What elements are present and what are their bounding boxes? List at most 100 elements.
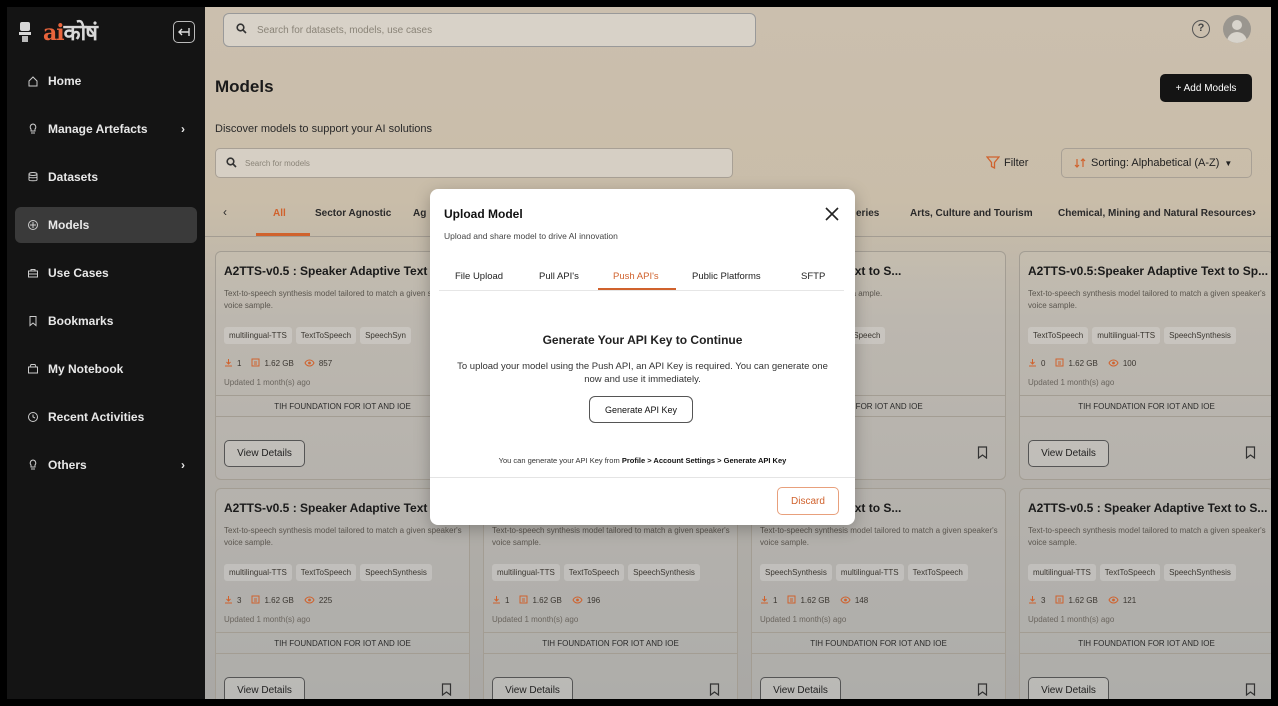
view-details-button[interactable]: View Details xyxy=(492,677,573,699)
tag[interactable]: multilingual-TTS xyxy=(224,327,292,344)
tag[interactable]: SpeechSynthesis xyxy=(360,564,432,581)
tag[interactable]: multilingual-TTS xyxy=(224,564,292,581)
bookmark-icon[interactable] xyxy=(977,683,988,696)
bookmark-icon[interactable] xyxy=(1245,683,1256,696)
database-icon xyxy=(27,171,39,183)
card-title[interactable]: A2TTS-v0.5 : Speaker Adaptive Text to xyxy=(224,501,442,515)
bookmark-icon[interactable] xyxy=(1245,446,1256,459)
modal-tab-underline xyxy=(598,288,676,290)
view-count: 121 xyxy=(1122,596,1137,605)
card-description: Text-to-speech synthesis model tailored … xyxy=(1028,526,1266,547)
tag[interactable]: TextToSpeech xyxy=(1099,564,1161,581)
tab-push-apis[interactable]: Push API's xyxy=(613,271,659,282)
card-description: Text-to-speech synthesis model tailored … xyxy=(492,526,730,547)
chevron-right-icon: › xyxy=(181,122,185,136)
sorting-dropdown[interactable]: Sorting: Alphabetical (A-Z) ▼ xyxy=(1061,148,1252,178)
tag[interactable]: TextToSpeech xyxy=(1028,327,1089,344)
modal-hint: You can generate your API Key from Profi… xyxy=(498,456,787,465)
model-card[interactable]: A2TTS-v0.5 : Speaker Adaptive Text to S.… xyxy=(1019,488,1271,699)
card-tags: multilingual-TTS TextToSpeech SpeechSynthe… xyxy=(492,564,700,581)
tab-pull-apis[interactable]: Pull API's xyxy=(539,271,579,282)
view-count: 148 xyxy=(854,596,869,605)
sidebar-item-use-cases[interactable]: Use Cases xyxy=(15,255,197,291)
add-models-button[interactable]: + Add Models xyxy=(1160,74,1252,102)
card-tags: SpeechSynthesis multilingual-TTS TextToSpe… xyxy=(760,564,968,581)
brand-logo[interactable]: aiकोषं xyxy=(43,17,98,47)
discard-button[interactable]: Discard xyxy=(777,487,839,515)
page-subtitle: Discover models to support your AI solut… xyxy=(215,123,433,135)
emblem-icon xyxy=(19,22,31,42)
file-size-icon xyxy=(787,595,796,606)
search-models-input[interactable]: Search for models xyxy=(215,148,733,178)
view-details-button[interactable]: View Details xyxy=(1028,440,1109,467)
bookmark-icon[interactable] xyxy=(709,683,720,696)
modal-title: Upload Model xyxy=(444,207,523,221)
modal-divider xyxy=(430,477,855,478)
tab-ag[interactable]: Ag xyxy=(413,208,426,219)
search-placeholder: Search for models xyxy=(245,158,310,168)
card-stats: 1 1.62 GB 148 xyxy=(760,595,868,606)
sidebar-item-others[interactable]: Others › xyxy=(15,447,197,483)
tag[interactable]: TextToSpeech xyxy=(295,327,357,344)
file-size: 1.62 GB xyxy=(532,596,562,605)
card-title[interactable]: A2TTS-v0.5:Speaker Adaptive Text to Sp..… xyxy=(1028,264,1268,278)
collapse-icon xyxy=(178,28,190,36)
view-details-button[interactable]: View Details xyxy=(760,677,841,699)
tab-file-upload[interactable]: File Upload xyxy=(455,271,503,282)
view-details-button[interactable]: View Details xyxy=(224,440,305,467)
help-icon[interactable]: ? xyxy=(1192,20,1210,38)
tag[interactable]: multilingual-TTS xyxy=(835,564,904,581)
tag[interactable]: multilingual-TTS xyxy=(1028,564,1096,581)
tag[interactable]: multilingual-TTS xyxy=(492,564,560,581)
download-count: 1 xyxy=(505,596,510,605)
model-card[interactable]: A2TTS-v0.5:Speaker Adaptive Text to Sp..… xyxy=(1019,251,1271,480)
tab-arts-culture-tourism[interactable]: Arts, Culture and Tourism xyxy=(910,208,1033,219)
sidebar-item-recent-activities[interactable]: Recent Activities xyxy=(15,399,197,435)
sidebar-item-home[interactable]: Home xyxy=(15,63,197,99)
download-count: 3 xyxy=(1041,596,1046,605)
file-size-icon xyxy=(519,595,528,606)
sidebar-item-label: Use Cases xyxy=(48,266,109,280)
tag[interactable]: SpeechSyn xyxy=(360,327,411,344)
card-title[interactable]: A2TTS-v0.5 : Speaker Adaptive Text to S.… xyxy=(1028,501,1267,515)
collapse-sidebar-button[interactable] xyxy=(173,21,195,43)
card-title[interactable]: A2TTS-v0.5 : Speaker Adaptive Text to xyxy=(224,264,442,278)
view-details-button[interactable]: View Details xyxy=(1028,677,1109,699)
card-updated: Updated 1 month(s) ago xyxy=(760,615,847,624)
generate-api-key-button[interactable]: Generate API Key xyxy=(589,396,693,423)
tag[interactable]: TextToSpeech xyxy=(563,564,625,581)
sidebar-item-models[interactable]: Models xyxy=(15,207,197,243)
close-icon[interactable] xyxy=(823,205,841,223)
download-icon xyxy=(1028,358,1037,369)
tag[interactable]: SpeechSynthesis xyxy=(628,564,700,581)
bookmark-icon[interactable] xyxy=(441,683,452,696)
tab-chemical-mining[interactable]: Chemical, Mining and Natural Resources xyxy=(1058,208,1252,219)
tab-all[interactable]: All xyxy=(273,208,286,219)
tab-public-platforms[interactable]: Public Platforms xyxy=(692,271,761,282)
avatar[interactable] xyxy=(1223,15,1251,43)
sidebar-item-manage-artefacts[interactable]: Manage Artefacts › xyxy=(15,111,197,147)
tag[interactable]: TextToSpeech xyxy=(295,564,357,581)
sidebar-item-datasets[interactable]: Datasets xyxy=(15,159,197,195)
global-search-input[interactable]: Search for datasets, models, use cases xyxy=(223,13,756,47)
tag[interactable]: TextToSpeech xyxy=(907,564,968,581)
sidebar-item-bookmarks[interactable]: Bookmarks xyxy=(15,303,197,339)
tag[interactable]: multilingual-TTS xyxy=(1092,327,1161,344)
file-size-icon xyxy=(1055,358,1064,369)
tab-sftp[interactable]: SFTP xyxy=(801,271,825,282)
briefcase-icon xyxy=(27,267,39,279)
tabs-prev-arrow[interactable]: ‹ xyxy=(223,205,227,219)
tabs-next-arrow[interactable]: › xyxy=(1252,205,1256,219)
filter-button[interactable]: Filter xyxy=(986,156,1028,169)
tag[interactable]: SpeechSynthesis xyxy=(760,564,832,581)
tag[interactable]: SpeechSynthesis xyxy=(1164,564,1236,581)
view-details-button[interactable]: View Details xyxy=(224,677,305,699)
bookmark-icon[interactable] xyxy=(977,446,988,459)
modal-tabs: File Upload Pull API's Push API's Public… xyxy=(439,263,844,291)
card-organization: TIH FOUNDATION FOR IOT AND IOE xyxy=(1020,632,1271,654)
sidebar-item-my-notebook[interactable]: My Notebook xyxy=(15,351,197,387)
tab-eries[interactable]: eries xyxy=(856,208,879,219)
tag[interactable]: SpeechSynthesis xyxy=(1164,327,1236,344)
download-count: 3 xyxy=(237,596,242,605)
tab-sector-agnostic[interactable]: Sector Agnostic xyxy=(315,208,391,219)
